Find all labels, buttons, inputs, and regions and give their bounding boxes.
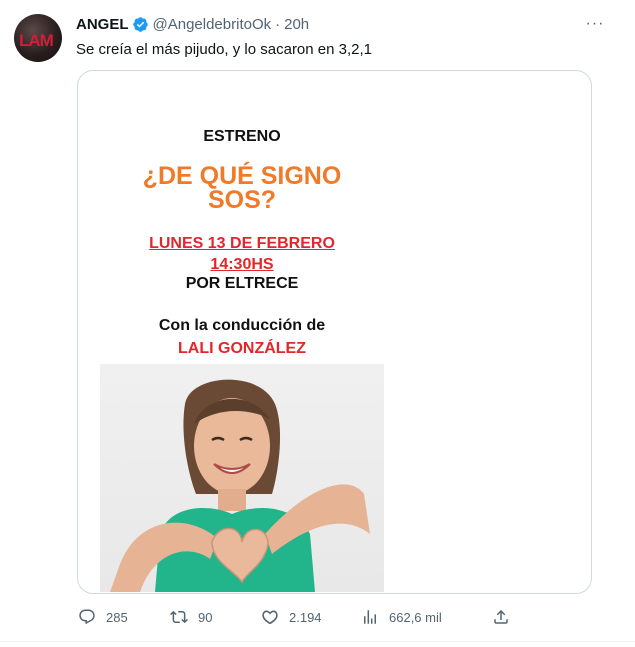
verified-badge-icon [132,17,148,32]
reply-icon [79,609,95,625]
tweet-text: Se creía el más pijudo, y lo sacaron en … [76,41,373,58]
share-button[interactable] [492,606,520,628]
separator-dot: · [275,16,281,33]
views-button[interactable]: 662,6 mil [361,606,442,628]
analytics-icon [364,610,376,624]
views-count: 662,6 mil [389,609,442,625]
tweet-header: ANGEL @AngeldebritoOk · 20h [76,16,309,33]
poster-date: LUNES 13 DE FEBRERO [100,233,384,254]
like-button[interactable]: 2.194 [261,606,322,628]
host-photo [100,364,384,592]
tweet-actions: 285 90 2.194 662,6 mil [78,606,598,628]
poster-estreno: ESTRENO [203,128,281,145]
media-card[interactable]: ESTRENO ¿DE QUÉ SIGNO SOS? LUNES 13 DE F… [77,70,592,594]
poster-title-line1: ¿DE QUÉ SIGNO [142,162,342,190]
host-photo-illustration [110,379,370,592]
author-handle[interactable]: @AngeldebritoOk [153,16,272,33]
retweet-button[interactable]: 90 [170,606,212,628]
heart-icon [262,610,278,625]
share-icon [494,609,508,624]
reply-count: 285 [106,609,128,625]
retweet-icon [170,610,188,624]
poster-host-name: LALI GONZÁLEZ [178,340,306,357]
more-options-icon[interactable]: ··· [585,14,605,34]
poster-text-area: ESTRENO ¿DE QUÉ SIGNO SOS? LUNES 13 DE F… [100,114,384,364]
reply-button[interactable]: 285 [78,606,128,628]
poster-time: 14:30HS [100,254,384,275]
tweet-timestamp[interactable]: 20h [284,16,309,33]
tweet[interactable]: LAM ANGEL @AngeldebritoOk · 20h ··· Se c… [0,0,635,647]
retweet-count: 90 [198,609,213,625]
poster-channel: POR ELTRECE [185,275,299,292]
poster-time-text: 14:30HS [210,256,274,273]
poster-title: ¿DE QUÉ SIGNO SOS? [100,162,384,214]
author-name[interactable]: ANGEL [76,16,129,33]
poster-host-label: Con la conducción de [158,317,326,334]
poster-date-text: LUNES 13 DE FEBRERO [149,235,335,252]
avatar-logo: LAM [19,31,54,50]
like-count: 2.194 [289,609,322,625]
poster-title-line2: SOS? [207,186,277,214]
promo-poster-image[interactable]: ESTRENO ¿DE QUÉ SIGNO SOS? LUNES 13 DE F… [100,114,384,592]
divider [0,641,635,642]
avatar[interactable]: LAM [14,14,62,62]
